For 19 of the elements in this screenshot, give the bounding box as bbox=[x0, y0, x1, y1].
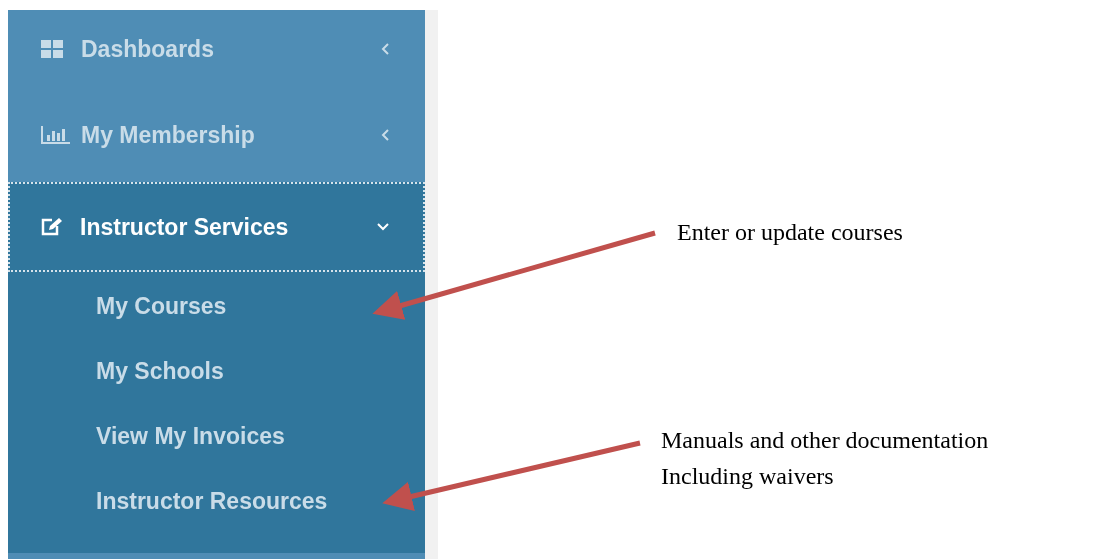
bar-chart-icon bbox=[41, 126, 71, 144]
submenu-item[interactable]: My Schools bbox=[96, 354, 224, 389]
annotation-text: Manuals and other documentation bbox=[661, 426, 989, 455]
menu-label: My Membership bbox=[81, 120, 256, 150]
menu-label: Dashboards bbox=[81, 34, 215, 64]
submenu-item[interactable]: View My Invoices bbox=[96, 419, 285, 454]
grid-icon bbox=[41, 40, 63, 58]
chevron-down-icon bbox=[377, 223, 389, 231]
chevron-left-icon bbox=[381, 129, 389, 141]
menu-item[interactable]: Instructor Services bbox=[8, 182, 425, 272]
menu-item[interactable]: Dashboards bbox=[8, 10, 425, 88]
submenu-item[interactable]: My Courses bbox=[96, 289, 227, 324]
chevron-left-icon bbox=[381, 43, 389, 55]
annotation-text: Including waivers bbox=[661, 462, 835, 491]
menu-item[interactable]: My Membership bbox=[8, 88, 425, 182]
annotation-text: Enter or update courses bbox=[677, 218, 903, 247]
menu-label: Instructor Services bbox=[80, 212, 290, 242]
edit-icon bbox=[40, 217, 64, 237]
submenu-item[interactable]: Instructor Resources bbox=[96, 484, 328, 519]
